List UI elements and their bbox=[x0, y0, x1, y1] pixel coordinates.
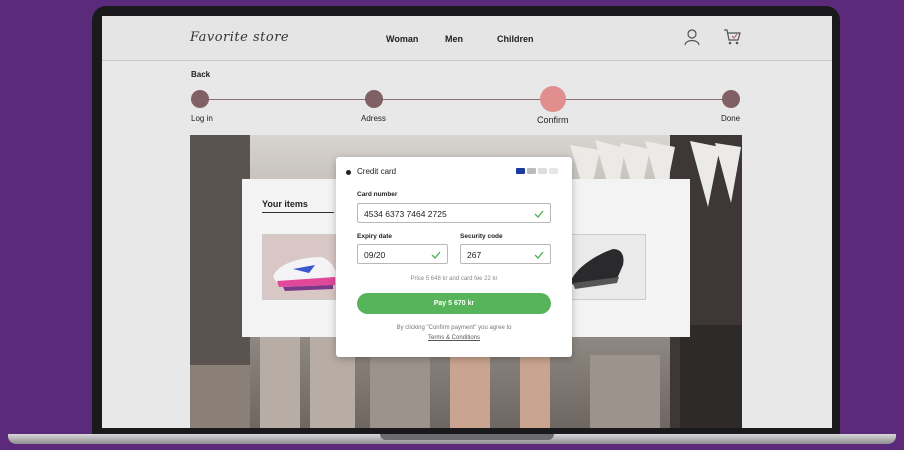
sneaker-pink-icon bbox=[263, 235, 343, 299]
step-dot-done bbox=[722, 90, 740, 108]
step-label-login: Log in bbox=[191, 114, 213, 123]
step-dot-confirm bbox=[540, 86, 566, 112]
card-generic-icon bbox=[549, 168, 558, 174]
terms-link[interactable]: Terms & Conditions bbox=[336, 335, 572, 341]
card-logos bbox=[516, 168, 558, 174]
items-title: Your items bbox=[262, 199, 308, 209]
check-icon bbox=[534, 210, 544, 218]
terms-note: By clicking "Confirm payment" you agree … bbox=[396, 325, 512, 331]
laptop-notch bbox=[380, 434, 554, 440]
step-dot-adress bbox=[365, 90, 383, 108]
security-code-value: 267 bbox=[467, 250, 482, 260]
security-code-field[interactable]: 267 bbox=[460, 244, 551, 264]
item-card-sneaker-black[interactable] bbox=[564, 234, 646, 300]
progress-line bbox=[199, 99, 731, 100]
site-header: Favorite store Woman Men Children bbox=[102, 16, 832, 61]
step-label-adress: Adress bbox=[361, 114, 386, 123]
payment-method-label: Credit card bbox=[357, 167, 397, 176]
check-icon bbox=[431, 251, 441, 259]
visa-icon bbox=[516, 168, 525, 174]
app-screen: Favorite store Woman Men Children Back L… bbox=[102, 16, 832, 428]
expiry-date-field[interactable]: 09/20 bbox=[357, 244, 448, 264]
user-icon[interactable] bbox=[682, 27, 702, 47]
credit-card-radio[interactable] bbox=[346, 170, 351, 175]
nav-men[interactable]: Men bbox=[445, 34, 463, 44]
item-card-sneaker-pink[interactable] bbox=[262, 234, 344, 300]
nav-woman[interactable]: Woman bbox=[386, 34, 418, 44]
mastercard-icon bbox=[538, 168, 547, 174]
expiry-date-label: Expiry date bbox=[357, 233, 393, 240]
card-number-label: Card number bbox=[357, 191, 398, 198]
step-label-done: Done bbox=[721, 114, 741, 123]
card-number-value: 4534 6373 7464 2725 bbox=[364, 209, 447, 219]
pay-button[interactable]: Pay 5 670 kr bbox=[357, 293, 551, 314]
security-code-label: Security code bbox=[460, 233, 503, 240]
payment-modal: Credit card Card number 4534 6373 7464 2… bbox=[336, 157, 572, 357]
expiry-date-value: 09/20 bbox=[364, 250, 386, 260]
sneaker-black-icon bbox=[565, 235, 645, 299]
check-icon bbox=[534, 251, 544, 259]
price-note: Price 5 648 kr and card fee 22 kr bbox=[410, 276, 498, 282]
step-label-confirm: Confirm bbox=[537, 115, 569, 125]
nav-children[interactable]: Children bbox=[497, 34, 534, 44]
step-dot-login bbox=[191, 90, 209, 108]
items-title-underline bbox=[262, 212, 334, 213]
back-link[interactable]: Back bbox=[191, 70, 210, 79]
card-number-field[interactable]: 4534 6373 7464 2725 bbox=[357, 203, 551, 223]
cart-icon[interactable] bbox=[722, 27, 742, 47]
amex-icon bbox=[527, 168, 536, 174]
store-logo[interactable]: Favorite store bbox=[190, 30, 289, 45]
